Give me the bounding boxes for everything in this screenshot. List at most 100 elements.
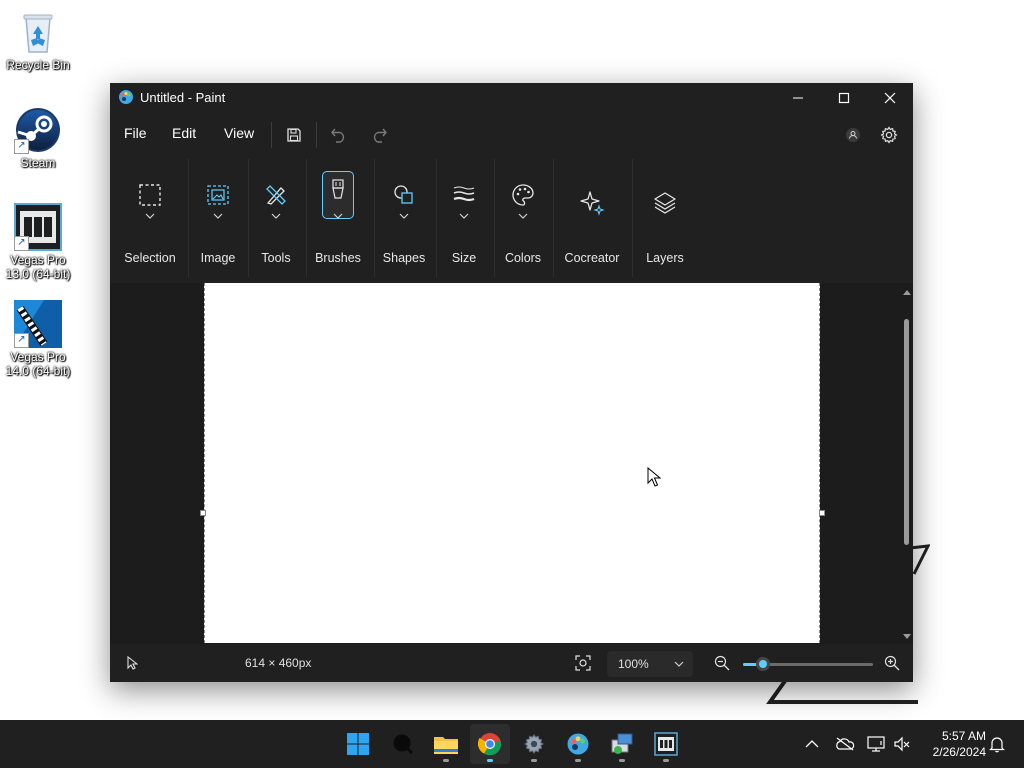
- status-bar: 614 × 460px 100%: [110, 644, 913, 682]
- taskbar-app[interactable]: [602, 724, 642, 764]
- zoom-slider[interactable]: [743, 657, 873, 671]
- drawing-canvas[interactable]: [204, 283, 820, 643]
- notifications-button[interactable]: [987, 734, 1007, 754]
- vegas-icon: [654, 732, 678, 756]
- zoom-out-icon: [714, 655, 730, 671]
- zoom-slider-thumb[interactable]: [755, 657, 770, 671]
- running-indicator: [487, 759, 493, 762]
- canvas-size-label: 614 × 460px: [245, 656, 312, 670]
- clock-time: 5:57 AM: [941, 729, 986, 743]
- ribbon-group-colors[interactable]: Colors: [496, 155, 550, 283]
- desktop-icon-vegas-pro-14[interactable]: ↗ Vegas Pro 14.0 (64-bit): [2, 300, 74, 378]
- taskbar-paint[interactable]: [558, 724, 598, 764]
- mouse-cursor-icon: [647, 466, 662, 492]
- desktop-icon-vegas-pro-13[interactable]: ↗ Vegas Pro 13.0 (64-bit): [2, 203, 74, 281]
- onedrive-button[interactable]: [835, 734, 855, 754]
- maximize-button[interactable]: [821, 83, 867, 113]
- ribbon-divider: [188, 159, 189, 277]
- menu-divider: [316, 122, 317, 148]
- minimize-button[interactable]: [775, 83, 821, 113]
- chevron-down-icon: [459, 213, 469, 219]
- search-button[interactable]: [383, 724, 423, 764]
- taskbar-file-explorer[interactable]: [426, 724, 466, 764]
- maximize-icon: [838, 92, 850, 104]
- title-bar[interactable]: Untitled - Paint: [110, 83, 913, 113]
- network-button[interactable]: [866, 734, 886, 754]
- close-button[interactable]: [867, 83, 913, 113]
- canvas-workspace[interactable]: [110, 283, 913, 644]
- account-icon: [846, 128, 860, 142]
- desktop-icon-recycle-bin[interactable]: Recycle Bin: [2, 8, 74, 72]
- ribbon-label: Tools: [261, 251, 291, 265]
- canvas-resize-handle-right[interactable]: [819, 510, 825, 516]
- vertical-scrollbar[interactable]: [902, 285, 912, 642]
- undo-button[interactable]: [327, 123, 351, 147]
- volume-muted-icon: [894, 736, 910, 752]
- chevron-up-icon: [805, 740, 819, 748]
- recycle-bin-icon: [14, 8, 62, 56]
- chrome-icon: [478, 733, 502, 756]
- scrollbar-thumb[interactable]: [904, 319, 909, 545]
- undo-icon: [331, 128, 345, 143]
- ribbon-group-brushes[interactable]: Brushes: [308, 155, 368, 283]
- redo-button[interactable]: [367, 123, 391, 147]
- desktop-icon-label: Vegas Pro 14.0 (64-bit): [5, 350, 71, 378]
- ribbon-group-size[interactable]: Size: [438, 155, 490, 283]
- ribbon-label: Shapes: [382, 251, 426, 265]
- palette-icon: [509, 181, 537, 209]
- menu-view[interactable]: View: [224, 125, 254, 141]
- taskbar-vegas[interactable]: [646, 724, 686, 764]
- vegas-pro-13-icon: ↗: [14, 203, 62, 251]
- taskbar-chrome[interactable]: [470, 724, 510, 764]
- clock[interactable]: 5:57 AM 2/26/2024: [918, 728, 986, 760]
- menu-edit[interactable]: Edit: [172, 125, 196, 141]
- chevron-down-icon: [399, 213, 409, 219]
- volume-button[interactable]: [892, 734, 912, 754]
- redo-icon: [373, 128, 387, 143]
- settings-button[interactable]: [877, 123, 901, 147]
- shapes-icon: [390, 181, 418, 209]
- ribbon-divider: [494, 159, 495, 277]
- scroll-up-icon[interactable]: [902, 288, 912, 296]
- ribbon-group-shapes[interactable]: Shapes: [376, 155, 432, 283]
- ribbon-group-tools[interactable]: Tools: [250, 155, 302, 283]
- menu-bar: File Edit View: [110, 113, 913, 155]
- canvas-resize-handle-left[interactable]: [200, 510, 206, 516]
- brush-icon: [324, 177, 352, 205]
- zoom-dropdown[interactable]: 100%: [607, 651, 693, 677]
- selection-icon: [136, 181, 164, 209]
- running-indicator: [531, 759, 537, 762]
- shortcut-arrow-icon: ↗: [14, 333, 29, 348]
- cocreator-icon: [578, 189, 606, 217]
- paint-window: Untitled - Paint File Edit View Selectio…: [110, 83, 913, 682]
- desktop-icon-label: Recycle Bin: [6, 58, 70, 72]
- zoom-in-icon: [884, 655, 900, 671]
- save-button[interactable]: [282, 123, 306, 147]
- desktop-icon-steam[interactable]: ↗ Steam: [2, 106, 74, 170]
- taskbar-settings[interactable]: [514, 724, 554, 764]
- menu-file[interactable]: File: [124, 125, 147, 141]
- desktop-icon-label: Vegas Pro 13.0 (64-bit): [5, 253, 71, 281]
- ribbon-group-cocreator[interactable]: Cocreator: [556, 155, 628, 283]
- ribbon-group-selection[interactable]: Selection: [120, 155, 180, 283]
- ribbon-divider: [248, 159, 249, 277]
- scroll-down-icon[interactable]: [902, 633, 912, 641]
- show-hidden-icons-button[interactable]: [802, 734, 822, 754]
- account-button[interactable]: [841, 123, 865, 147]
- clock-date: 2/26/2024: [932, 745, 986, 759]
- ribbon-label: Size: [451, 251, 477, 265]
- close-icon: [884, 92, 896, 104]
- tools-icon: [262, 181, 290, 209]
- minimize-icon: [793, 97, 803, 99]
- ribbon-group-image[interactable]: Image: [190, 155, 246, 283]
- save-icon: [287, 128, 301, 142]
- start-button[interactable]: [338, 724, 378, 764]
- shortcut-arrow-icon: ↗: [14, 139, 29, 154]
- bell-icon: [989, 737, 1005, 753]
- zoom-out-button[interactable]: [714, 655, 730, 671]
- ribbon-label: Colors: [504, 251, 542, 265]
- zoom-in-button[interactable]: [884, 655, 900, 671]
- ribbon-group-layers[interactable]: Layers: [636, 155, 694, 283]
- network-icon: [867, 736, 885, 752]
- fit-to-window-button[interactable]: [574, 654, 592, 672]
